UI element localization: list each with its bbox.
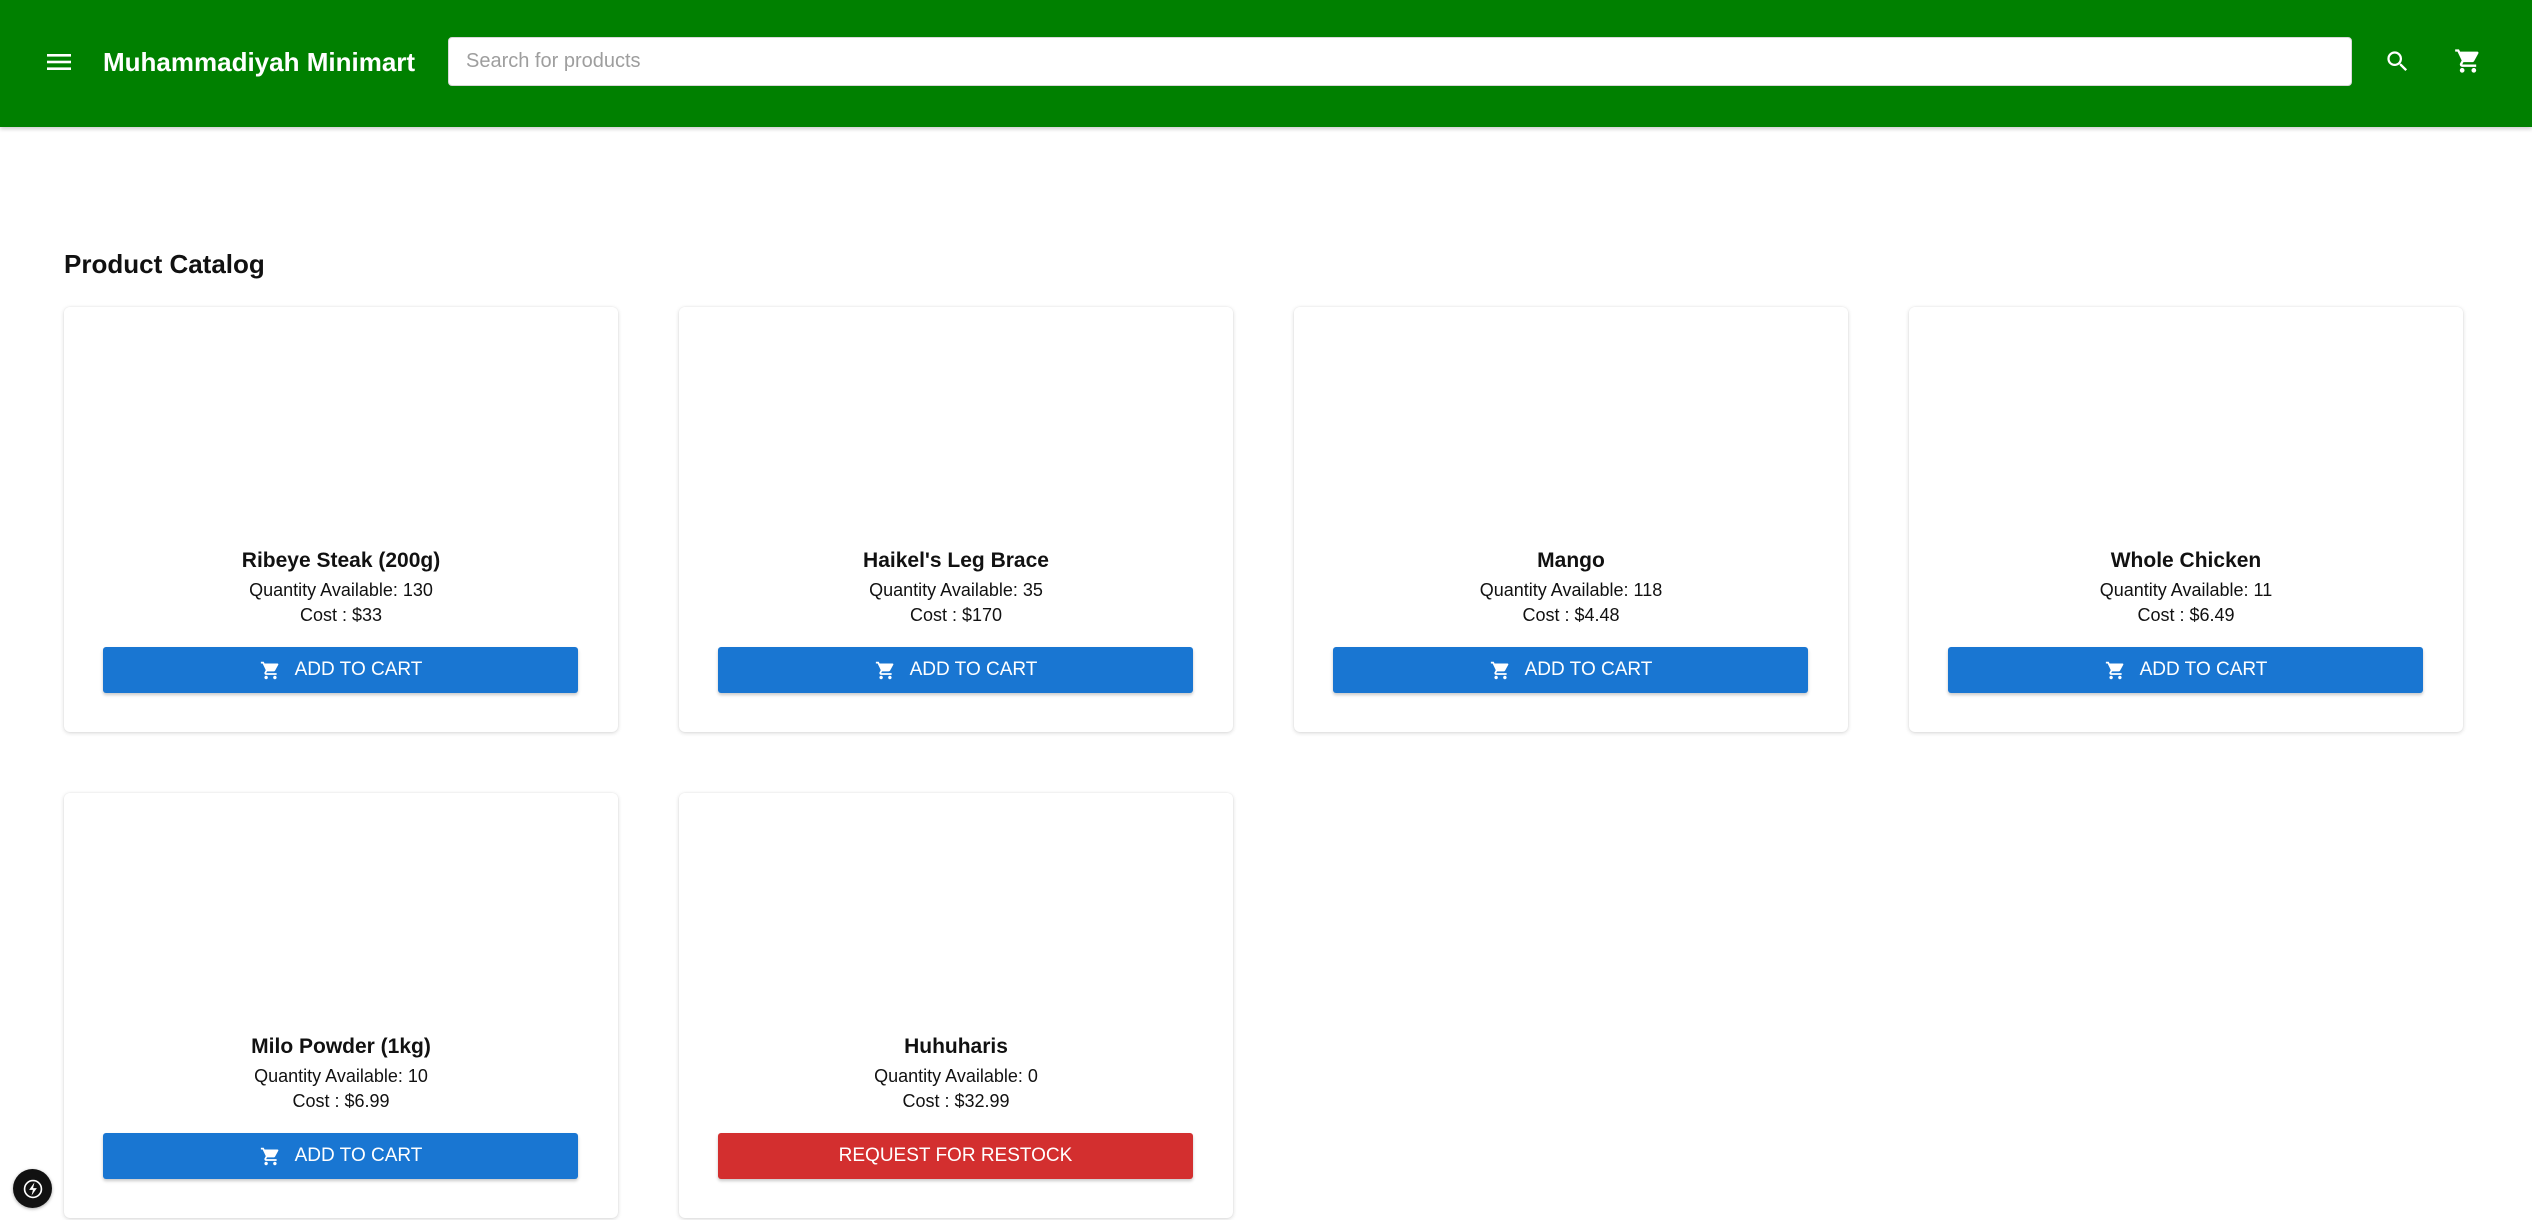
product-name: Mango (1537, 549, 1605, 572)
product-image (64, 307, 618, 531)
product-cost: Cost : $32.99 (902, 1091, 1010, 1111)
cart-icon (2455, 49, 2479, 73)
add-to-cart-label: ADD TO CART (294, 1145, 423, 1166)
menu-button[interactable] (38, 38, 80, 86)
floating-action-button[interactable] (13, 1169, 52, 1208)
add-to-cart-label: ADD TO CART (294, 659, 423, 680)
cart-icon (259, 658, 283, 682)
product-cost: Cost : $6.49 (2137, 605, 2235, 625)
product-card: Mango Quantity Available: 118 Cost : $4.… (1294, 307, 1848, 732)
product-cost: Cost : $170 (909, 605, 1003, 625)
cart-button[interactable] (2444, 37, 2492, 85)
search-icon (2386, 50, 2407, 71)
product-cost: Cost : $6.99 (292, 1091, 390, 1111)
product-name: Milo Powder (1kg) (251, 1035, 431, 1058)
add-to-cart-button[interactable]: ADD TO CART (1948, 647, 2423, 693)
add-to-cart-button[interactable]: ADD TO CART (103, 647, 578, 693)
product-image (679, 307, 1233, 531)
product-quantity: Quantity Available: 10 (254, 1066, 428, 1086)
product-quantity: Quantity Available: 35 (869, 580, 1043, 600)
product-card: Haikel's Leg Brace Quantity Available: 3… (679, 307, 1233, 732)
product-name: Ribeye Steak (200g) (241, 549, 441, 572)
product-name: Haikel's Leg Brace (863, 549, 1049, 572)
product-image (679, 793, 1233, 1017)
product-image (1294, 307, 1848, 531)
product-quantity: Quantity Available: 0 (874, 1066, 1038, 1086)
lightning-icon (23, 1179, 42, 1198)
app-bar: Muhammadiyah Minimart (0, 0, 2532, 127)
add-to-cart-label: ADD TO CART (909, 659, 1038, 680)
add-to-cart-button[interactable]: ADD TO CART (103, 1133, 578, 1179)
product-card: Milo Powder (1kg) Quantity Available: 10… (64, 793, 618, 1218)
page-title: Product Catalog (64, 249, 265, 280)
product-name: Huhuharis (904, 1035, 1008, 1058)
add-to-cart-label: ADD TO CART (2139, 659, 2268, 680)
product-card: Ribeye Steak (200g) Quantity Available: … (64, 307, 618, 732)
product-name: Whole Chicken (2110, 549, 2262, 572)
add-to-cart-button[interactable]: ADD TO CART (1333, 647, 1808, 693)
search-button[interactable] (2373, 37, 2421, 85)
cart-icon (874, 658, 898, 682)
product-image (64, 793, 618, 1017)
product-card: Whole Chicken Quantity Available: 11 Cos… (1909, 307, 2463, 732)
menu-icon (47, 54, 71, 70)
product-image (1909, 307, 2463, 531)
product-quantity: Quantity Available: 118 (1479, 580, 1663, 600)
search-input[interactable] (448, 37, 2352, 86)
cart-icon (1489, 658, 1513, 682)
cart-icon (2104, 658, 2128, 682)
add-to-cart-button[interactable]: ADD TO CART (718, 647, 1193, 693)
product-cost: Cost : $4.48 (1522, 605, 1620, 625)
product-cost: Cost : $33 (299, 605, 383, 625)
store-name: Muhammadiyah Minimart (103, 47, 416, 77)
request-restock-button[interactable]: REQUEST FOR RESTOCK (718, 1133, 1193, 1179)
product-quantity: Quantity Available: 130 (249, 580, 433, 600)
product-card: Huhuharis Quantity Available: 0 Cost : $… (679, 793, 1233, 1218)
cart-icon (259, 1144, 283, 1168)
product-quantity: Quantity Available: 11 (2099, 580, 2273, 600)
request-restock-label: REQUEST FOR RESTOCK (838, 1145, 1073, 1166)
add-to-cart-label: ADD TO CART (1524, 659, 1653, 680)
